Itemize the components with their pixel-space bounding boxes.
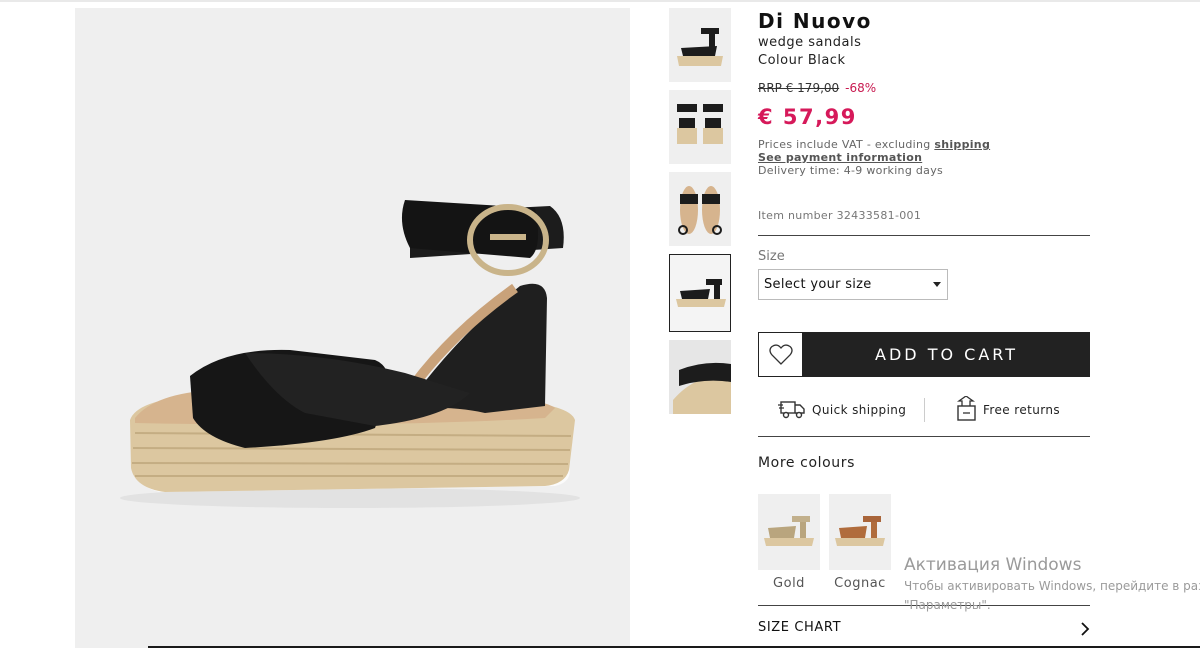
windows-activation-watermark: Активация Windows Чтобы активировать Win… bbox=[904, 554, 1200, 614]
size-chart-label: SIZE CHART bbox=[758, 620, 842, 635]
free-returns-perk[interactable]: Free returns bbox=[956, 396, 1086, 424]
divider bbox=[758, 436, 1090, 437]
size-label: Size bbox=[758, 249, 785, 264]
rrp-price: RRP € 179,00 bbox=[758, 81, 840, 95]
thumbnail-5[interactable] bbox=[669, 340, 731, 414]
chevron-down-icon bbox=[933, 282, 941, 287]
thumbnail-2[interactable] bbox=[669, 90, 731, 164]
watermark-title: Активация Windows bbox=[904, 555, 1082, 575]
free-returns-label: Free returns bbox=[983, 403, 1061, 417]
payment-info-link[interactable]: See payment information bbox=[758, 151, 922, 164]
thumbnail-3[interactable] bbox=[669, 172, 731, 246]
product-brand[interactable]: Di Nuovo bbox=[758, 8, 1090, 34]
colour-label-gold: Gold bbox=[773, 576, 805, 591]
vat-note: Prices include VAT - excluding shipping bbox=[758, 138, 1090, 151]
current-price: € 57,99 bbox=[758, 105, 857, 129]
quick-shipping-label: Quick shipping bbox=[812, 403, 907, 417]
rrp-row: RRP € 179,00 -68% bbox=[758, 80, 1090, 96]
thumbnail-1[interactable] bbox=[669, 8, 731, 82]
product-info-panel: Di Nuovo wedge sandals Colour Black RRP … bbox=[758, 8, 1090, 636]
vat-text: Prices include VAT - excluding bbox=[758, 138, 935, 151]
colour-label-cognac: Cognac bbox=[834, 576, 886, 591]
return-box-icon bbox=[956, 396, 976, 421]
heart-icon bbox=[769, 344, 793, 365]
chevron-right-icon bbox=[1081, 622, 1090, 636]
add-to-cart-button[interactable]: ADD TO CART bbox=[803, 332, 1090, 377]
main-product-image bbox=[75, 8, 630, 648]
divider bbox=[758, 235, 1090, 236]
size-chart-link[interactable]: SIZE CHART bbox=[758, 620, 1090, 636]
item-number: Item number 32433581-001 bbox=[758, 209, 922, 222]
delivery-time: Delivery time: 4-9 working days bbox=[758, 164, 944, 177]
product-subtitle: wedge sandals bbox=[758, 35, 862, 50]
thumbnail-strip bbox=[669, 8, 731, 422]
top-border bbox=[0, 0, 1200, 2]
thumbnail-4-active[interactable] bbox=[669, 254, 731, 332]
watermark-text: Чтобы активировать Windows, перейдите в … bbox=[904, 579, 1200, 593]
shipping-link[interactable]: shipping bbox=[934, 138, 990, 151]
wishlist-button[interactable] bbox=[758, 332, 803, 377]
colour-swatch-cognac[interactable] bbox=[829, 494, 891, 570]
size-select-value: Select your size bbox=[764, 277, 872, 292]
payment-info: See payment information bbox=[758, 151, 1090, 164]
product-colour: Colour Black bbox=[758, 53, 846, 68]
discount-badge: -68% bbox=[845, 81, 877, 95]
colour-swatch-gold[interactable] bbox=[758, 494, 820, 570]
size-select[interactable]: Select your size bbox=[758, 269, 948, 300]
more-colours-title: More colours bbox=[758, 455, 855, 471]
quick-shipping-perk[interactable]: Quick shipping bbox=[778, 396, 918, 424]
perk-separator bbox=[924, 398, 925, 422]
watermark-text-2: "Параметры". bbox=[904, 598, 991, 612]
delivery-truck-icon bbox=[778, 401, 805, 419]
